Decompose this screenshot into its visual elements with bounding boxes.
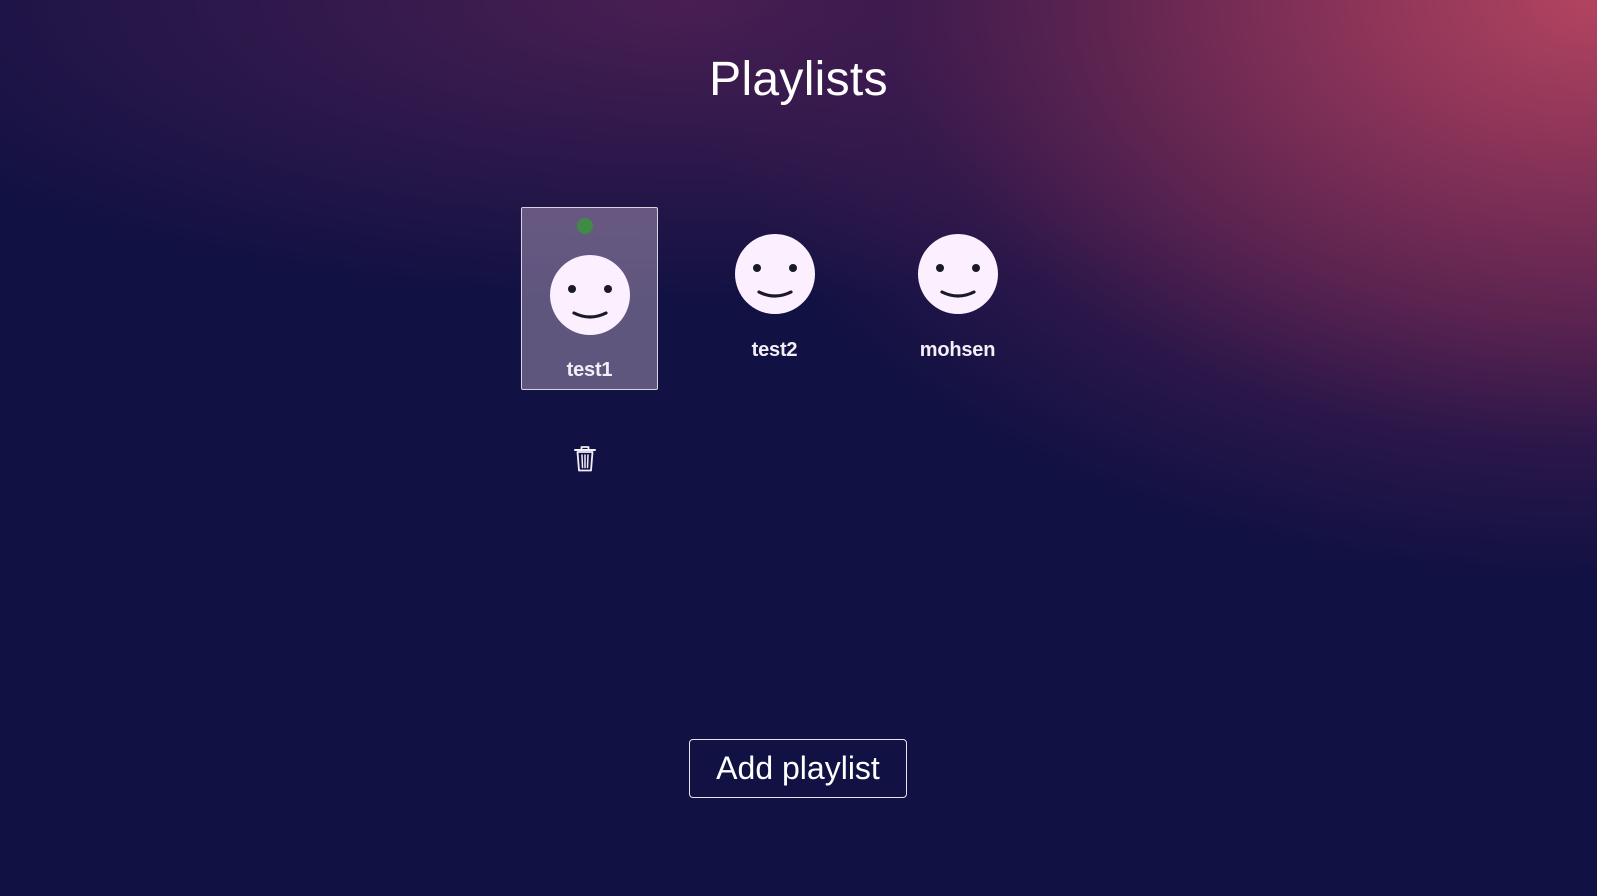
playlist-label: test2 xyxy=(751,339,798,361)
smiley-face-icon xyxy=(550,255,630,335)
playlist-label: test1 xyxy=(566,359,613,381)
playlist-card-test1[interactable]: test1 xyxy=(521,207,658,390)
smiley-face-icon xyxy=(918,234,998,314)
delete-playlist-button[interactable] xyxy=(572,445,598,473)
smiley-face-icon xyxy=(735,234,815,314)
playlist-card-test2[interactable]: test2 xyxy=(706,207,843,390)
trash-icon xyxy=(574,446,596,472)
playlist-card-mohsen[interactable]: mohsen xyxy=(889,207,1026,390)
add-playlist-button[interactable]: Add playlist xyxy=(689,739,907,798)
playlist-label: mohsen xyxy=(919,339,996,361)
status-dot-icon xyxy=(577,218,593,234)
